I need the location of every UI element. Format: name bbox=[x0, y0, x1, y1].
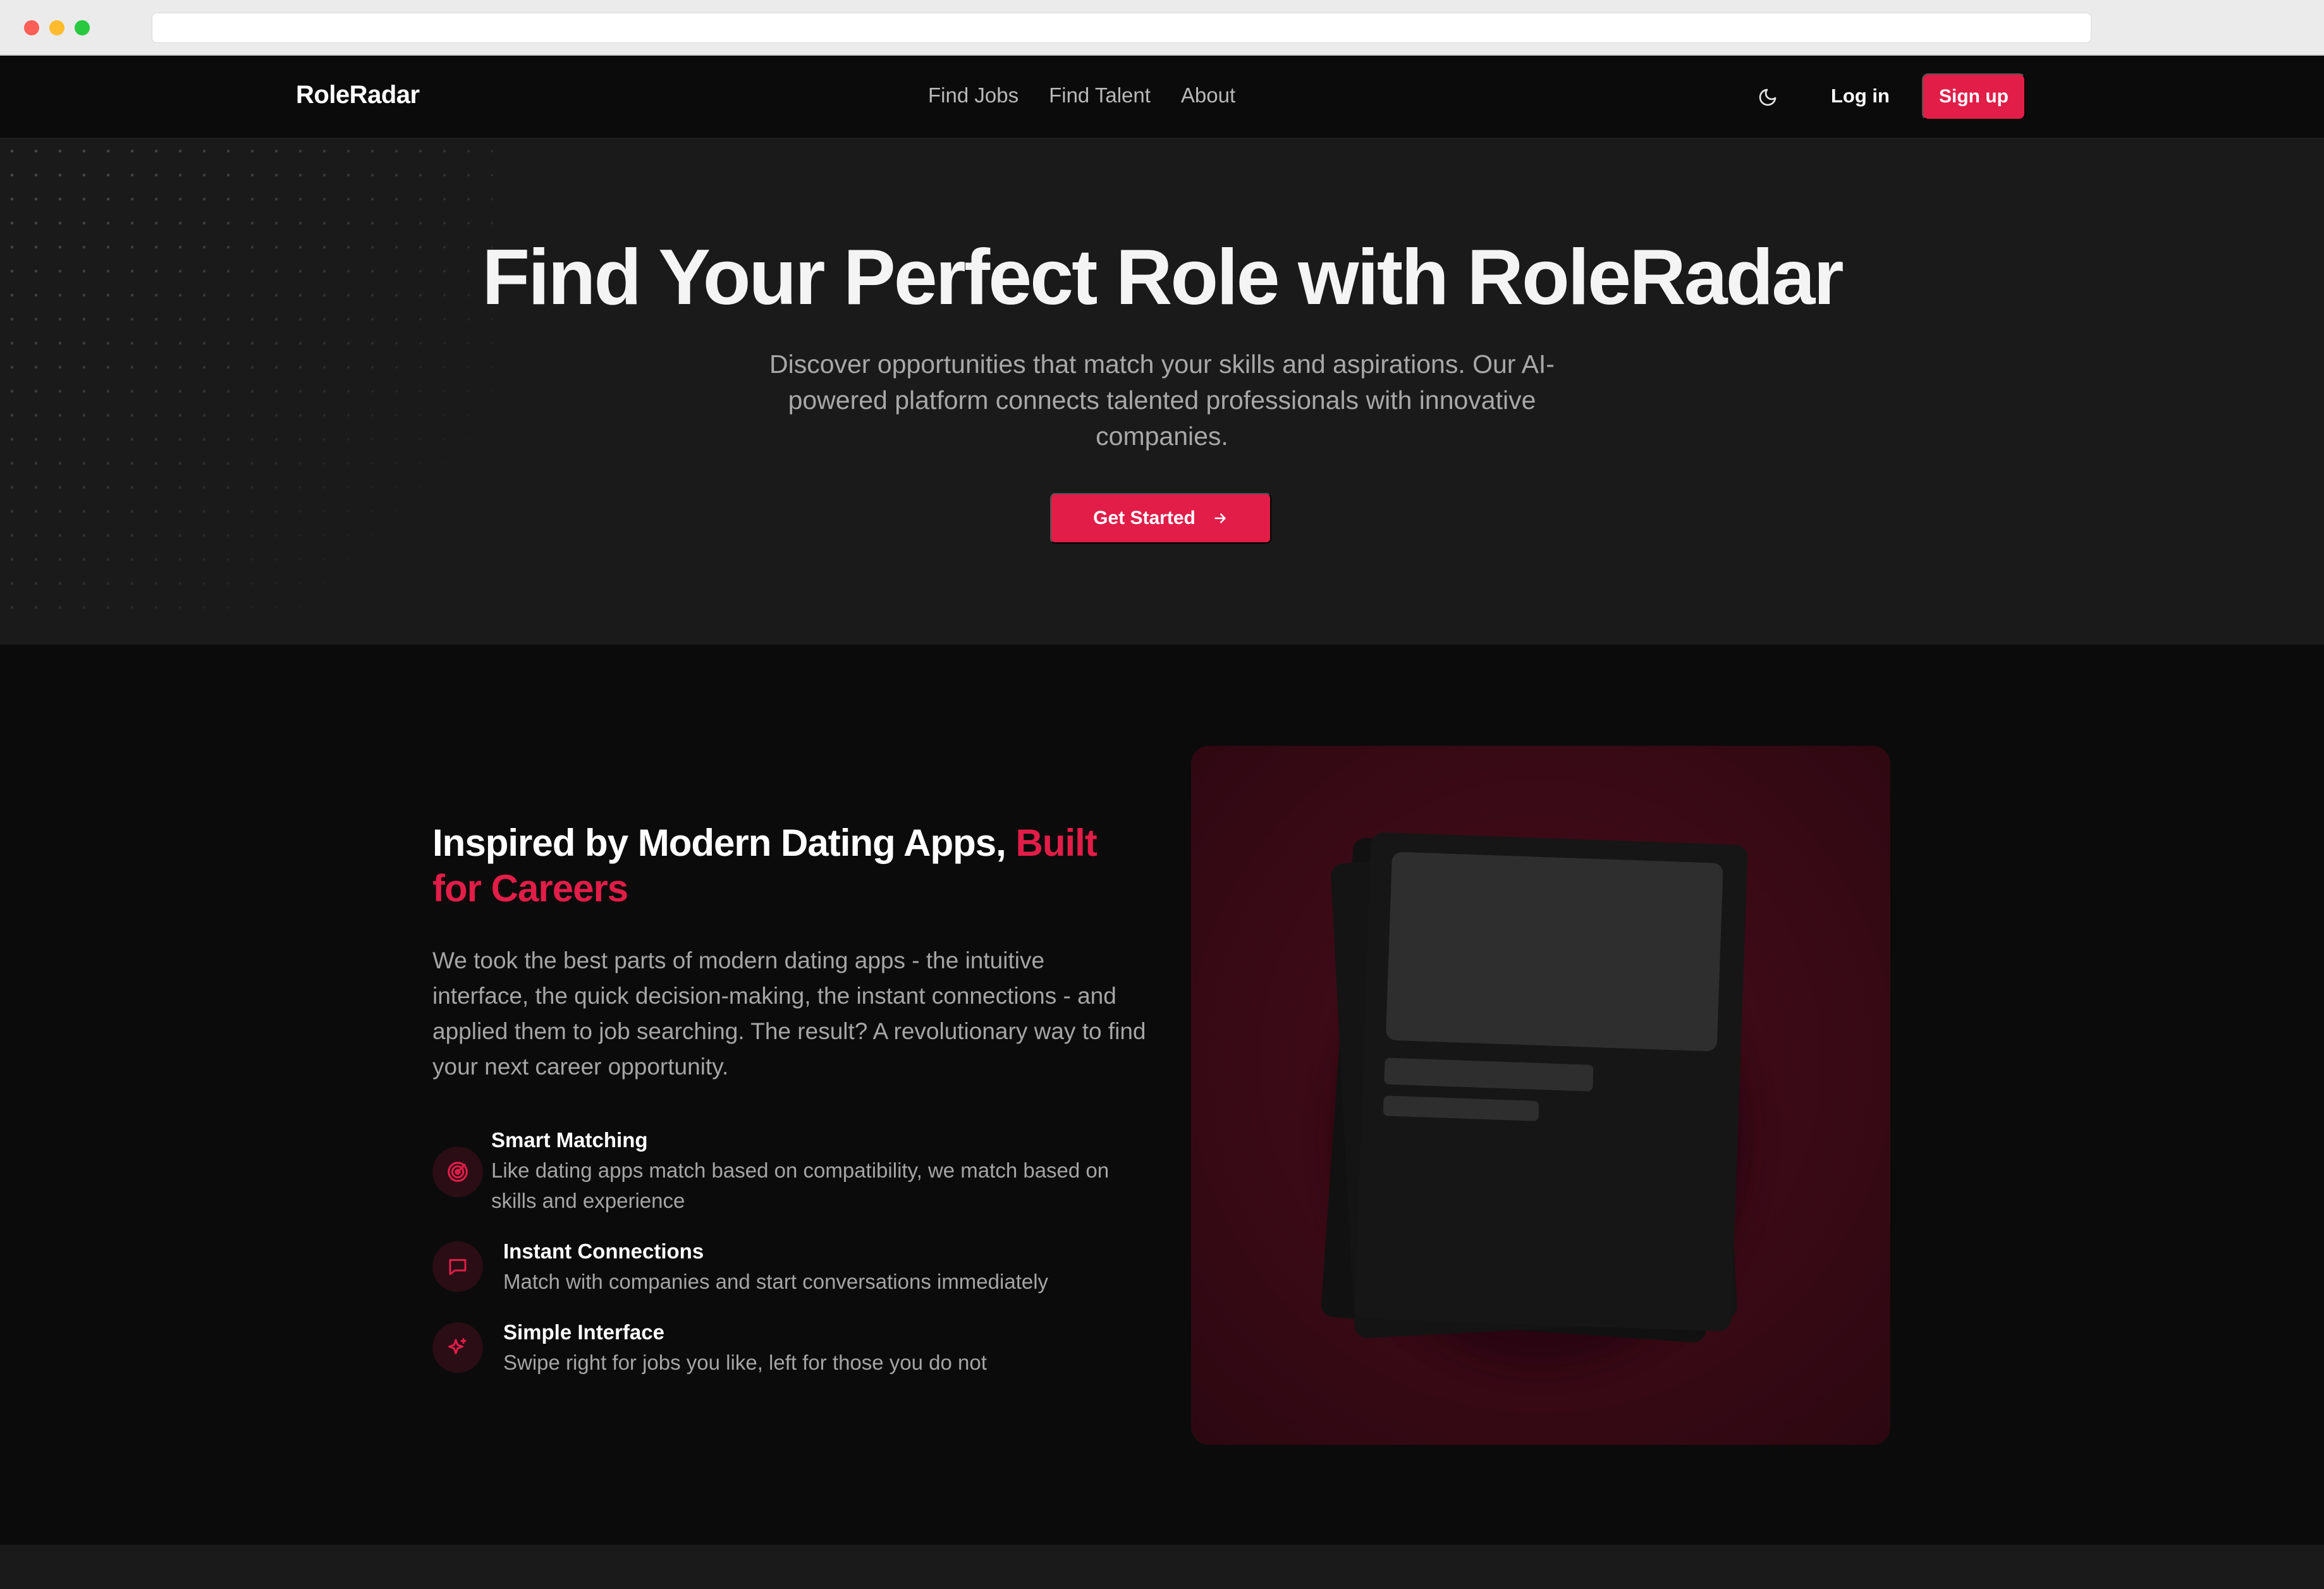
feature-item-desc: Like dating apps match based on compatib… bbox=[491, 1159, 1110, 1212]
feature-item-title: Instant Connections bbox=[503, 1239, 704, 1263]
arrow-right-icon bbox=[1214, 513, 1226, 523]
feature-body: We took the best parts of modern dating … bbox=[432, 947, 1146, 1080]
maximize-window-button[interactable] bbox=[75, 20, 90, 35]
chat-icon bbox=[449, 1259, 467, 1275]
feature-text: Smart Matching Like dating apps match ba… bbox=[491, 1125, 1149, 1216]
hero-subtitle: Discover opportunities that match your s… bbox=[769, 350, 1555, 451]
close-window-button[interactable] bbox=[24, 20, 39, 35]
hero-title: Find Your Perfect Role with RoleRadar bbox=[482, 234, 1844, 321]
feature-section: Inspired by Modern Dating Apps, Built fo… bbox=[0, 645, 2324, 1545]
sparkles-icon bbox=[448, 1338, 467, 1355]
theme-toggle-button[interactable] bbox=[1754, 83, 1782, 111]
dot-pattern bbox=[0, 139, 493, 619]
feature-text: Simple Interface Swipe right for jobs yo… bbox=[503, 1317, 1161, 1378]
logo[interactable]: RoleRadar bbox=[296, 81, 420, 109]
nav-link-find-talent[interactable]: Find Talent bbox=[1049, 83, 1151, 107]
feature-title-main: Inspired by Modern Dating Apps, bbox=[432, 822, 1006, 864]
target-icon bbox=[448, 1162, 468, 1182]
browser-chrome bbox=[0, 0, 2324, 56]
nav-link-find-jobs[interactable]: Find Jobs bbox=[928, 83, 1018, 107]
feature-item-title: Simple Interface bbox=[503, 1320, 664, 1344]
feature-icon-badge bbox=[432, 1241, 483, 1292]
next-section-edge bbox=[0, 1545, 2324, 1589]
swipe-cards-illustration bbox=[1321, 832, 1749, 1365]
feature-item-desc: Match with companies and start conversat… bbox=[503, 1270, 1049, 1293]
get-started-button[interactable]: Get Started bbox=[1050, 493, 1271, 544]
minimize-window-button[interactable] bbox=[49, 20, 64, 35]
get-started-label: Get Started bbox=[1093, 508, 1196, 528]
login-link[interactable]: Log in bbox=[1831, 85, 1890, 107]
feature-text: Instant Connections Match with companies… bbox=[503, 1236, 1161, 1297]
feature-item-desc: Swipe right for jobs you like, left for … bbox=[503, 1351, 987, 1374]
feature-title: Inspired by Modern Dating Apps, Built fo… bbox=[432, 820, 1128, 911]
moon-icon bbox=[1759, 88, 1777, 106]
card-stack-showcase bbox=[1191, 746, 1890, 1445]
signup-button[interactable]: Sign up bbox=[1922, 73, 2026, 120]
top-nav: RoleRadar Find Jobs Find Talent About Lo… bbox=[0, 56, 2324, 139]
feature-item-title: Smart Matching bbox=[491, 1128, 648, 1152]
feature-icon-badge bbox=[432, 1322, 483, 1373]
feature-icon-badge bbox=[432, 1147, 483, 1197]
nav-link-about[interactable]: About bbox=[1181, 83, 1235, 107]
hero-section: Find Your Perfect Role with RoleRadar Di… bbox=[0, 139, 2324, 645]
nav-links: Find Jobs Find Talent About bbox=[928, 83, 1235, 107]
address-bar[interactable] bbox=[152, 13, 2091, 43]
